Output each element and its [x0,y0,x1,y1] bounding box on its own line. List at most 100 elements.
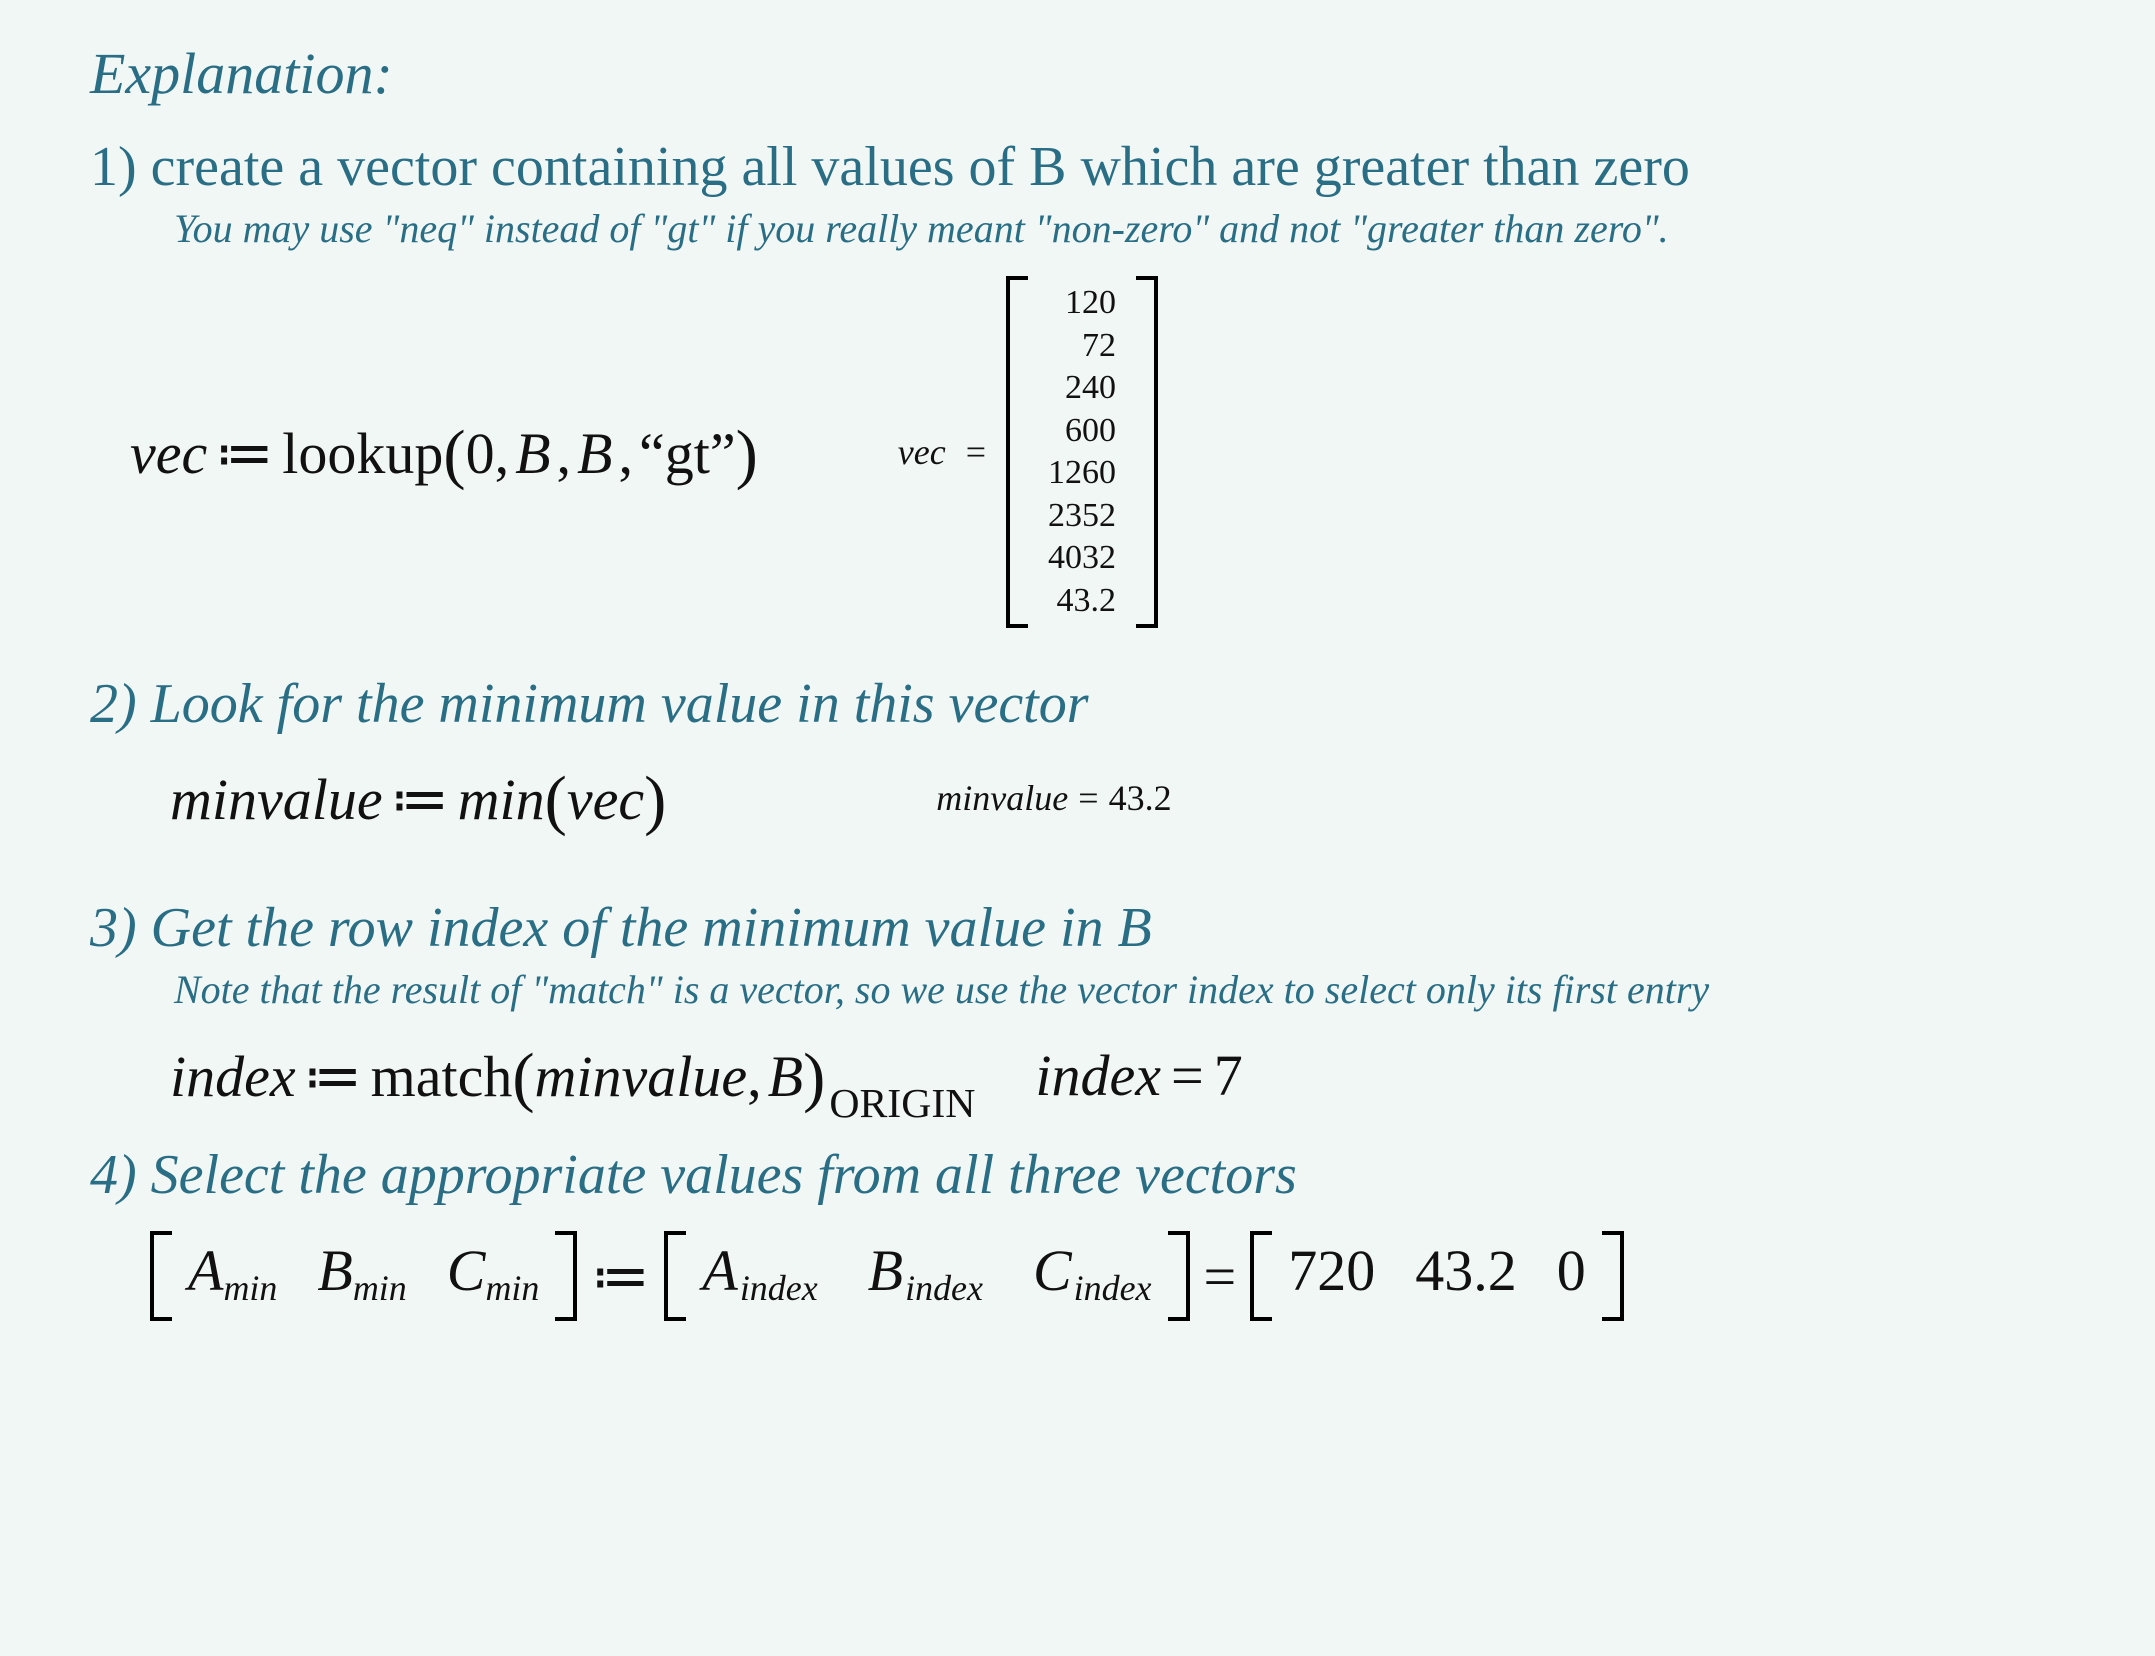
comma: , [747,1043,762,1110]
step3-subscript: ORIGIN [829,1080,975,1128]
step3-arg2: B [768,1043,803,1110]
vec-cell: 2352 [1048,495,1116,538]
vec-cell: 4032 [1048,537,1116,580]
step4-rhs-bracket: 720 43.2 0 [1250,1231,1624,1321]
step1-title-text: create a vector containing all values of… [151,136,1690,198]
sub-index: index [905,1268,983,1308]
quote-close: ” [710,420,736,487]
bracket-left [664,1231,686,1321]
step1-gt: gt [665,420,710,487]
bracket-right [555,1231,577,1321]
step1-res-lhs: vec [898,431,946,473]
bracket-left [1006,276,1028,628]
vec-cell: 43.2 [1057,580,1117,623]
step3-res-lhs: index [1035,1042,1161,1109]
bracket-right [1136,276,1158,628]
step2-func: min [458,766,545,833]
step2-res-lhs: minvalue [936,777,1068,819]
step1-equation-row: vec ≔ lookup ( 0 , B , B , “gt” ) vec = … [130,276,2105,628]
step2-title-text: Look for the minimum value in this vecto… [151,673,1089,735]
lparen: ( [545,763,567,839]
vec-cell: 72 [1082,325,1116,368]
step3-title-text: Get the row index of the minimum value i… [151,897,1152,959]
step3-lhs: index [170,1043,296,1110]
step1-title: 1) create a vector containing all values… [90,135,2105,199]
bracket-left [1250,1231,1272,1321]
step2-res-val: 43.2 [1109,777,1172,819]
step1-lhs: vec [130,420,207,487]
lparen: ( [512,1040,534,1116]
assign-op: ≔ [591,1242,650,1310]
assign-op: ≔ [304,1042,363,1110]
val-1: 720 [1288,1237,1375,1304]
rparen: ) [803,1040,825,1116]
rparen: ) [736,417,758,493]
step1-definition: vec ≔ lookup ( 0 , B , B , “gt” ) [130,414,758,490]
step2-equation-row: minvalue ≔ min ( vec ) minvalue = 43.2 [130,760,2105,836]
sub-index: index [740,1268,818,1308]
comma: , [557,420,572,487]
assign-op: ≔ [391,765,450,833]
step4-lhs-content: Amin Bmin Cmin [172,1231,555,1321]
vec-cell: 120 [1065,282,1116,325]
comma: , [618,420,633,487]
bracket-left [150,1231,172,1321]
sub-index: index [1074,1268,1152,1308]
step3-result: index = 7 [1035,1042,1242,1109]
quote-open: “ [639,420,665,487]
sym-A: A [188,1238,223,1303]
sub-min: min [353,1268,407,1308]
step3-definition: index ≔ match ( minvalue , B ) ORIGIN [170,1037,975,1113]
step3-title: 3) Get the row index of the minimum valu… [90,896,2105,960]
step2-result: minvalue = 43.2 [936,777,1171,819]
step3-number: 3) [90,897,137,959]
step2-definition: minvalue ≔ min ( vec ) [170,760,666,836]
step2-number: 2) [90,673,137,735]
step4-title-text: Select the appropriate values from all t… [151,1144,1297,1206]
explanation-heading: Explanation: [90,40,2105,107]
step4-number: 4) [90,1144,137,1206]
step4-mid-content: Aindex Bindex Cindex [686,1231,1167,1321]
step1-argB2: B [577,420,612,487]
sub-min: min [223,1268,277,1308]
step1-argB1: B [515,420,550,487]
step2-arg: vec [567,766,644,833]
step4-rhs-content: 720 43.2 0 [1272,1231,1602,1321]
sub-min: min [485,1268,539,1308]
eq-sign: = [966,431,986,473]
step1-arg0: 0 [466,420,495,487]
comma: , [495,420,510,487]
vec-cell: 1260 [1048,452,1116,495]
step2-lhs: minvalue [170,766,383,833]
sym-C: C [1033,1238,1072,1303]
vector-cells: 120 72 240 600 1260 2352 4032 43.2 [1028,276,1136,628]
rparen: ) [644,763,666,839]
step3-res-val: 7 [1214,1042,1243,1109]
lparen: ( [443,417,465,493]
val-3: 0 [1557,1237,1586,1304]
step1-subnote: You may use "neq" instead of "gt" if you… [174,205,2105,252]
vec-cell: 600 [1065,410,1116,453]
step1-result: vec = 120 72 240 600 1260 2352 4032 43.2 [898,276,1158,628]
val-2: 43.2 [1415,1237,1517,1304]
bracket-right [1168,1231,1190,1321]
step3-subnote: Note that the result of "match" is a vec… [174,966,2105,1013]
assign-op: ≔ [215,419,274,487]
step1-vector: 120 72 240 600 1260 2352 4032 43.2 [1006,276,1158,628]
eq-sign: = [1171,1042,1204,1109]
sym-C: C [447,1238,486,1303]
step2-title: 2) Look for the minimum value in this ve… [90,672,2105,736]
sym-B: B [317,1238,352,1303]
vec-cell: 240 [1065,367,1116,410]
sym-B: B [868,1238,903,1303]
step3-equation-row: index ≔ match ( minvalue , B ) ORIGIN in… [130,1037,2105,1113]
eq-sign: = [1204,1243,1237,1310]
step4-title: 4) Select the appropriate values from al… [90,1143,2105,1207]
step1-func: lookup [282,420,443,487]
step4-equation-row: Amin Bmin Cmin ≔ Aindex Bindex Cindex = … [150,1231,2105,1321]
eq-sign: = [1078,777,1098,819]
step3-func: match [371,1043,513,1110]
document-page: Explanation: 1) create a vector containi… [0,0,2155,1656]
bracket-right [1602,1231,1624,1321]
step4-lhs-bracket: Amin Bmin Cmin [150,1231,577,1321]
